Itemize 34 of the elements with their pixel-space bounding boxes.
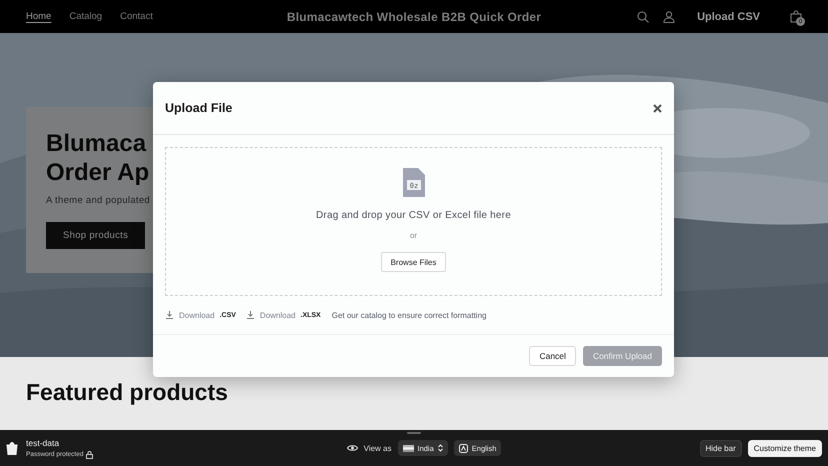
drag-handle[interactable] xyxy=(407,432,421,434)
lock-icon xyxy=(86,450,94,458)
chevron-icon xyxy=(438,444,443,452)
hero-title: Order Ap xyxy=(46,158,150,187)
translate-icon xyxy=(458,444,468,452)
shop-products-button[interactable]: Shop products xyxy=(46,222,146,249)
or-label: or xyxy=(410,231,418,240)
download-link[interactable]: Download xyxy=(166,310,215,320)
hero-subtitle: A theme and populated xyxy=(46,195,152,206)
hide-bar-button[interactable]: Hide bar xyxy=(700,440,742,456)
store-name: test-data xyxy=(26,438,60,448)
search-icon[interactable] xyxy=(637,10,650,22)
flag-icon xyxy=(402,444,414,452)
download-link[interactable]: Download xyxy=(246,310,296,320)
account-icon[interactable] xyxy=(663,10,676,22)
dialog-title: Upload File xyxy=(165,101,232,115)
shop-bag-icon xyxy=(6,441,18,455)
cancel-button[interactable]: Cancel xyxy=(529,346,576,366)
upload-csv-link[interactable]: Upload CSV xyxy=(697,10,760,22)
section-heading: Featured products xyxy=(26,379,229,406)
download-icon xyxy=(246,311,254,319)
eye-icon xyxy=(346,444,358,452)
download-icon xyxy=(166,311,173,319)
customize-theme-button[interactable]: Customize theme xyxy=(748,440,822,456)
close-icon[interactable] xyxy=(653,104,662,112)
nav-link[interactable]: Home xyxy=(26,11,52,22)
site-title: Blumacawtech Wholesale B2B Quick Order xyxy=(286,10,542,24)
catalog-note: Get our catalog to ensure correct formatting xyxy=(332,310,486,320)
view-as-label: View as xyxy=(364,444,392,452)
hero-title: Blumaca xyxy=(46,129,148,158)
browse-files-button[interactable]: Browse Files xyxy=(380,252,446,272)
nav-link[interactable]: Contact xyxy=(120,11,153,22)
drop-instructions: Drag and drop your CSV or Excel file here xyxy=(316,210,511,221)
nav-link[interactable]: Catalog xyxy=(69,11,102,22)
